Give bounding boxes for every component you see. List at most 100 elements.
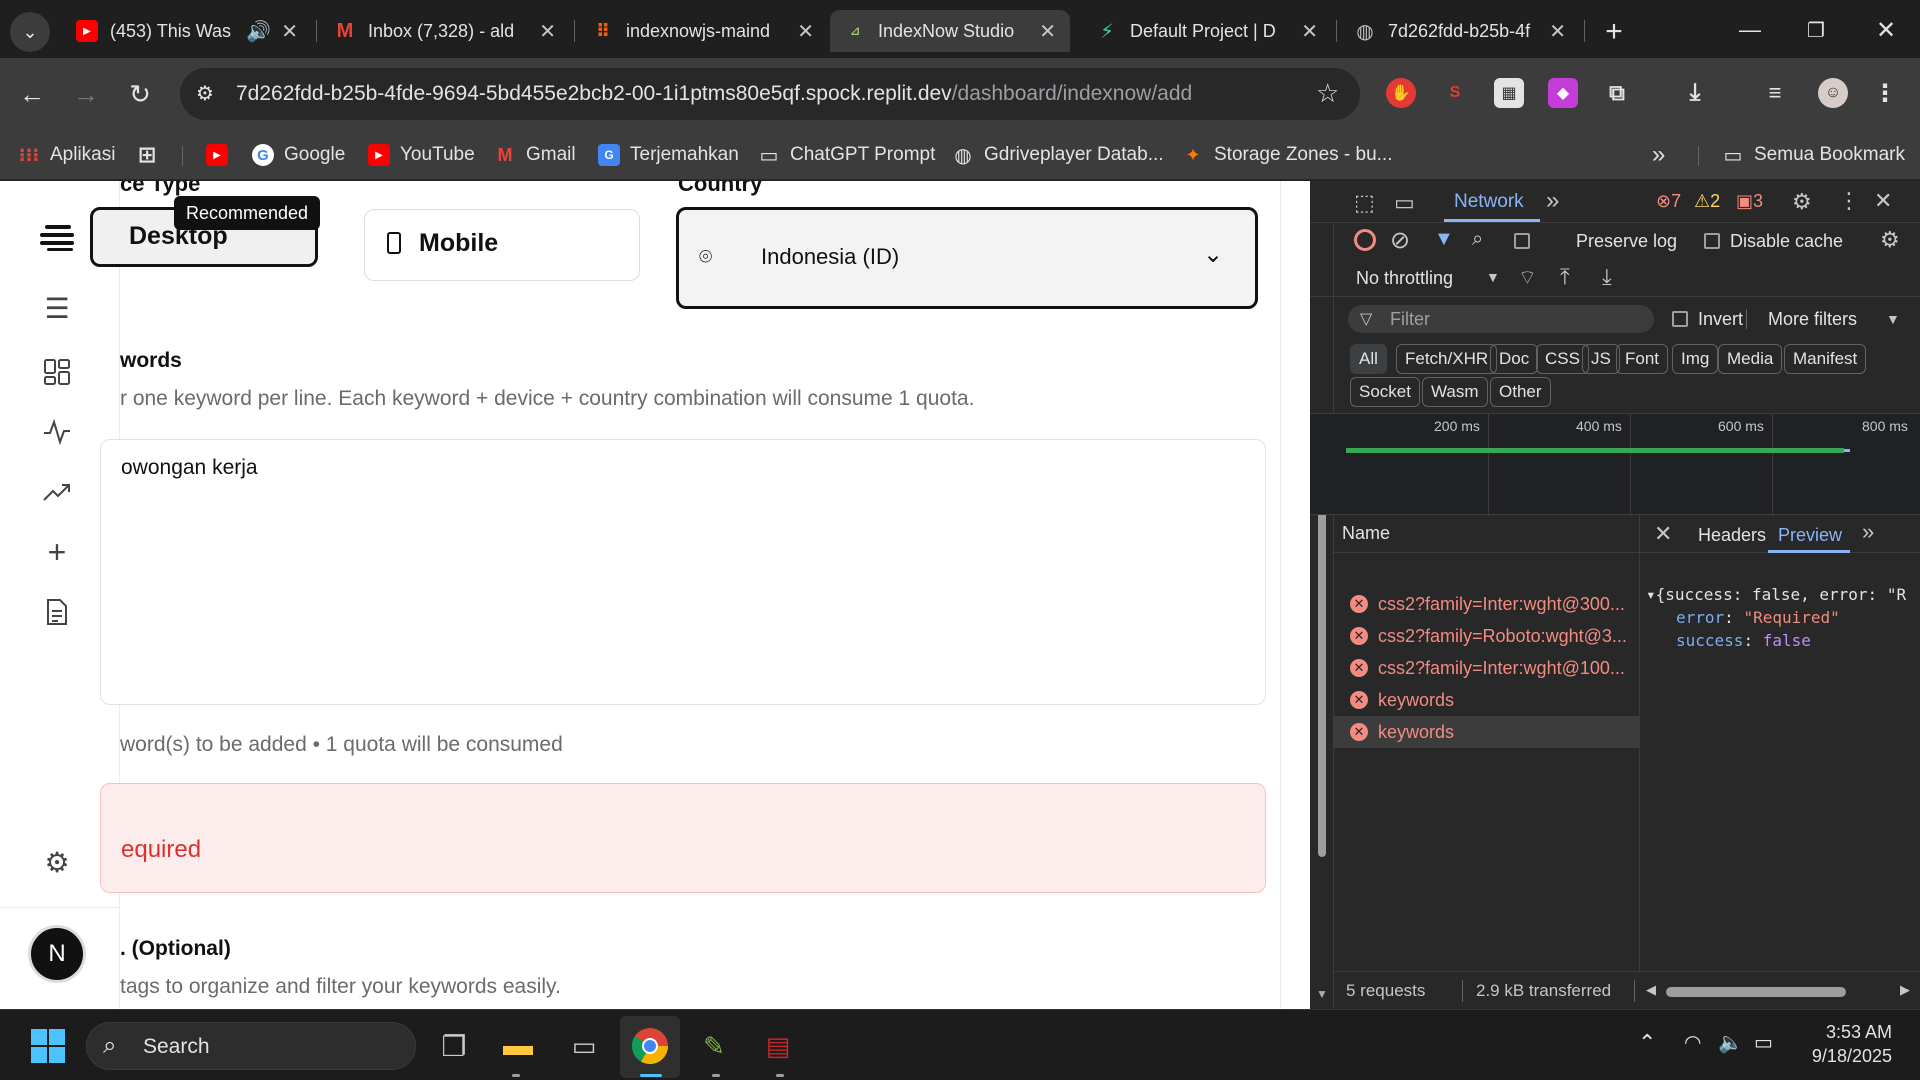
warnings-counter[interactable]: ⚠2	[1694, 191, 1720, 212]
request-row-selected[interactable]: ✕ keywords	[1350, 716, 1640, 748]
device-toolbar-icon[interactable]: ▭	[1394, 190, 1415, 216]
taskbar-search-box[interactable]: ⌕ Search	[86, 1022, 416, 1070]
tab-close-icon[interactable]: ✕	[539, 19, 556, 44]
file-explorer-icon[interactable]: ▬	[496, 1024, 540, 1068]
search-icon[interactable]: ⌕	[1472, 228, 1483, 251]
tab-replit-dev[interactable]: ◍ 7d262fdd-b25b-4f ✕	[1340, 10, 1580, 52]
site-info-icon[interactable]: ⚙	[196, 81, 214, 106]
tab-close-icon[interactable]: ✕	[797, 19, 814, 44]
disable-cache-checkbox[interactable]	[1704, 233, 1720, 249]
notepad-plus-icon[interactable]: ✎	[692, 1024, 736, 1068]
qr-extension-icon[interactable]: ▦	[1494, 78, 1524, 108]
adblock-extension-icon[interactable]: ✋	[1386, 78, 1416, 108]
devtools-scrollbar-thumb[interactable]	[1318, 511, 1326, 857]
purple-extension-icon[interactable]: ◆	[1548, 78, 1578, 108]
more-tabs-icon[interactable]: »	[1546, 187, 1559, 215]
reload-icon[interactable]: ↻	[120, 74, 160, 114]
tab-gmail[interactable]: M Inbox (7,328) - ald ✕	[320, 10, 570, 52]
address-bar[interactable]: ⚙ 7d262fdd-b25b-4fde-9694-5bd455e2bcb2-0…	[180, 68, 1360, 120]
chevron-up-icon[interactable]: ⌃	[1638, 1030, 1656, 1056]
inspect-element-icon[interactable]: ⬚	[1354, 190, 1375, 216]
bookmark-apps[interactable]: ⁝⁝⁝ Aplikasi	[18, 142, 116, 168]
more-filters-dropdown[interactable]: More filters	[1768, 309, 1857, 330]
devtools-menu-icon[interactable]: ⋮	[1838, 188, 1860, 214]
tab-headers[interactable]: Headers	[1698, 525, 1766, 546]
terminal-icon[interactable]: ▭	[562, 1024, 606, 1068]
type-filter-wasm[interactable]: Wasm	[1422, 377, 1488, 407]
seo-extension-icon[interactable]: S	[1440, 78, 1470, 108]
restore-button[interactable]: ❐	[1796, 12, 1836, 48]
bookmark-storage-zones[interactable]: ✦ Storage Zones - bu...	[1182, 142, 1392, 168]
forward-icon[interactable]: →	[66, 74, 106, 114]
bookmark-star-icon[interactable]: ☆	[1316, 78, 1339, 109]
country-select[interactable]: ⌾ Indonesia (ID) ⌄	[676, 207, 1258, 309]
preview-summary[interactable]: ▾{success: false, error: "R	[1646, 585, 1920, 604]
user-avatar[interactable]: N	[28, 925, 86, 983]
bookmark-chatgpt-prompt[interactable]: ▭ ChatGPT Prompt	[758, 142, 936, 168]
more-tabs-icon[interactable]: »	[1862, 519, 1874, 545]
new-tab-button[interactable]: +	[1596, 14, 1632, 50]
profile-avatar-icon[interactable]: ☺	[1818, 78, 1848, 108]
tab-close-icon[interactable]: ✕	[1549, 19, 1566, 44]
type-filter-manifest[interactable]: Manifest	[1784, 344, 1867, 374]
issues-counter[interactable]: ▣3	[1736, 191, 1763, 212]
media-control-icon[interactable]: ≡	[1760, 78, 1790, 108]
type-filter-socket[interactable]: Socket	[1350, 377, 1420, 407]
tab-supabase[interactable]: ⚡ Default Project | D ✕	[1082, 10, 1332, 52]
devtools-settings-icon[interactable]: ⚙	[1792, 189, 1812, 215]
timeline-overview[interactable]: 200 ms 400 ms 600 ms 800 ms	[1310, 413, 1920, 516]
type-filter-other[interactable]: Other	[1490, 377, 1551, 407]
close-detail-icon[interactable]: ✕	[1654, 521, 1672, 547]
trending-up-icon[interactable]	[38, 473, 76, 511]
tab-indexnow-studio[interactable]: ⊿ IndexNow Studio ✕	[830, 10, 1070, 52]
type-filter-doc[interactable]: Doc	[1490, 344, 1539, 374]
type-filter-img[interactable]: Img	[1672, 344, 1719, 374]
network-conditions-icon[interactable]: ⌔	[1518, 265, 1537, 290]
clock-date[interactable]: 9/18/2025	[1796, 1046, 1892, 1067]
bookmark-grid[interactable]: ⊞	[136, 142, 168, 168]
bookmarks-overflow-button[interactable]: »	[1652, 141, 1665, 168]
type-filter-fetch-xhr[interactable]: Fetch/XHR	[1396, 344, 1498, 374]
tab-youtube[interactable]: ▶ (453) This Was 🔊 ✕	[62, 10, 312, 52]
record-stop-icon[interactable]	[1354, 229, 1376, 251]
battery-icon[interactable]: ▭	[1754, 1030, 1773, 1055]
bookmark-youtube[interactable]: ▶ YouTube	[368, 142, 475, 168]
bookmark-gdriveplayer[interactable]: ◍ Gdriveplayer Datab...	[952, 142, 1163, 168]
import-har-icon[interactable]: ⤒	[1560, 264, 1570, 290]
export-har-icon[interactable]: ⤓	[1602, 264, 1612, 290]
add-icon[interactable]: +	[38, 533, 76, 571]
request-row[interactable]: ✕ keywords	[1350, 684, 1640, 716]
errors-counter[interactable]: ⊗7	[1656, 191, 1681, 212]
chrome-icon[interactable]	[628, 1024, 672, 1068]
scroll-down-arrow-icon[interactable]: ▼	[1316, 987, 1328, 1001]
tab-replit[interactable]: ⠿ indexnowjs-maind ✕	[578, 10, 828, 52]
minimize-button[interactable]: —	[1730, 12, 1770, 48]
back-icon[interactable]: ←	[12, 74, 52, 114]
tab-search-button[interactable]: ⌄	[10, 12, 50, 52]
device-mobile-option[interactable]: Mobile	[364, 209, 640, 281]
volume-icon[interactable]: 🔈	[1718, 1030, 1743, 1055]
activity-icon[interactable]	[38, 413, 76, 451]
tab-preview[interactable]: Preview	[1778, 525, 1842, 546]
type-filter-font[interactable]: Font	[1616, 344, 1669, 374]
dashboard-icon[interactable]	[38, 353, 76, 391]
bookmark-gmail[interactable]: M Gmail	[494, 142, 576, 168]
bookmark-google[interactable]: G Google	[252, 142, 345, 168]
settings-gear-icon[interactable]: ⚙	[38, 843, 76, 881]
download-icon[interactable]: ⤓	[1680, 78, 1710, 108]
type-filter-media[interactable]: Media	[1718, 344, 1783, 374]
network-settings-icon[interactable]: ⚙	[1880, 227, 1900, 253]
browser-menu-icon[interactable]: ⋮	[1870, 78, 1900, 108]
tab-network[interactable]: Network	[1454, 191, 1524, 213]
winrar-icon[interactable]: ▤	[756, 1024, 800, 1068]
clear-icon[interactable]: ⊘	[1390, 226, 1410, 255]
invert-checkbox[interactable]	[1672, 311, 1688, 327]
windows-start-icon[interactable]	[26, 1024, 70, 1068]
scroll-right-arrow-icon[interactable]: ▶	[1900, 982, 1910, 998]
tab-close-icon[interactable]: ✕	[1039, 19, 1056, 44]
preview-horizontal-scrollbar[interactable]	[1666, 987, 1846, 997]
task-view-icon[interactable]: ❐	[432, 1024, 476, 1068]
name-column-header[interactable]: Name	[1342, 523, 1390, 544]
request-row[interactable]: ✕ css2?family=Roboto:wght@3...	[1350, 620, 1640, 652]
all-bookmarks-button[interactable]: ▭ Semua Bookmark	[1722, 142, 1905, 168]
